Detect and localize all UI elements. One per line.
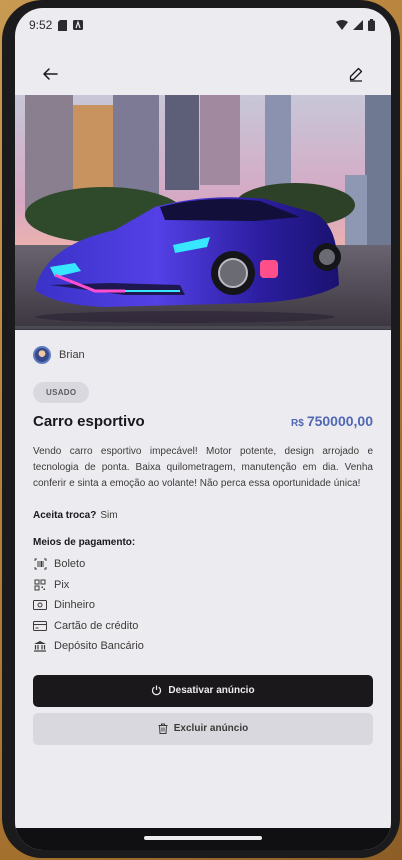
payment-method-label: Boleto [54, 558, 86, 571]
payment-method-label: Pix [54, 578, 70, 591]
delete-label: Excluir anúncio [173, 723, 249, 734]
battery-icon [368, 19, 375, 31]
credit-card-icon [33, 619, 47, 633]
listing-price: R$ 750000,00 [291, 413, 373, 429]
payment-method-boleto: Boleto [33, 554, 373, 575]
trade-info: Aceita troca? Sim [33, 510, 373, 521]
arrow-left-icon [43, 68, 58, 80]
avatar [33, 346, 51, 364]
status-time: 9:52 [29, 18, 53, 32]
system-nav-bar [15, 828, 391, 850]
image-carousel-indicator [15, 326, 391, 329]
status-right [336, 19, 375, 31]
payment-methods-list: Boleto Pix Dinheiro Cartão de crédito De… [33, 554, 373, 657]
signal-icon [353, 20, 363, 30]
listing-title: Carro esportivo [33, 413, 145, 430]
status-left: 9:52 [29, 18, 84, 32]
edit-button[interactable] [343, 61, 369, 87]
status-bar: 9:52 [15, 8, 391, 42]
payment-method-pix: Pix [33, 575, 373, 596]
payment-method-cash: Dinheiro [33, 595, 373, 616]
deactivate-label: Desativar anúncio [168, 685, 255, 696]
wifi-icon [336, 20, 348, 30]
screen: 9:52 Brian USADO Carro esportivo R$ 7500… [15, 8, 391, 850]
deactivate-listing-button[interactable]: Desativar anúncio [33, 674, 373, 707]
barcode-icon [33, 557, 47, 571]
qr-code-icon [33, 578, 47, 592]
bank-icon [33, 639, 47, 653]
payment-title: Meios de pagamento: [33, 537, 136, 548]
back-button[interactable] [37, 61, 63, 87]
trash-icon [158, 723, 168, 734]
sports-car-photo [15, 95, 391, 330]
trade-value: Sim [100, 510, 118, 521]
price-value: 750000,00 [306, 413, 373, 429]
payment-method-label: Dinheiro [54, 599, 95, 612]
app-bar [15, 54, 391, 94]
seller-info: Brian [33, 346, 373, 364]
home-gesture-pill[interactable] [144, 836, 262, 840]
payment-method-label: Depósito Bancário [54, 640, 144, 653]
seller-name: Brian [59, 349, 85, 361]
payment-method-credit-card: Cartão de crédito [33, 616, 373, 637]
phone-frame: 9:52 Brian USADO Carro esportivo R$ 7500… [2, 0, 400, 858]
payment-method-label: Cartão de crédito [54, 619, 139, 632]
product-image[interactable] [15, 95, 391, 330]
price-currency: R$ [291, 418, 304, 429]
sim-card-icon [58, 19, 68, 31]
power-icon [152, 685, 162, 696]
pencil-icon [349, 67, 363, 82]
delete-listing-button[interactable]: Excluir anúncio [33, 712, 373, 745]
listing-details: Brian USADO Carro esportivo R$ 750000,00 … [33, 346, 373, 745]
listing-description: Vendo carro esportivo impecável! Motor p… [33, 446, 373, 489]
payment-method-bank-deposit: Depósito Bancário [33, 636, 373, 657]
notification-a-icon [73, 20, 84, 30]
trade-label: Aceita troca? [33, 510, 97, 521]
money-icon [33, 598, 47, 612]
title-row: Carro esportivo R$ 750000,00 [33, 413, 373, 430]
condition-badge: USADO [33, 382, 90, 403]
